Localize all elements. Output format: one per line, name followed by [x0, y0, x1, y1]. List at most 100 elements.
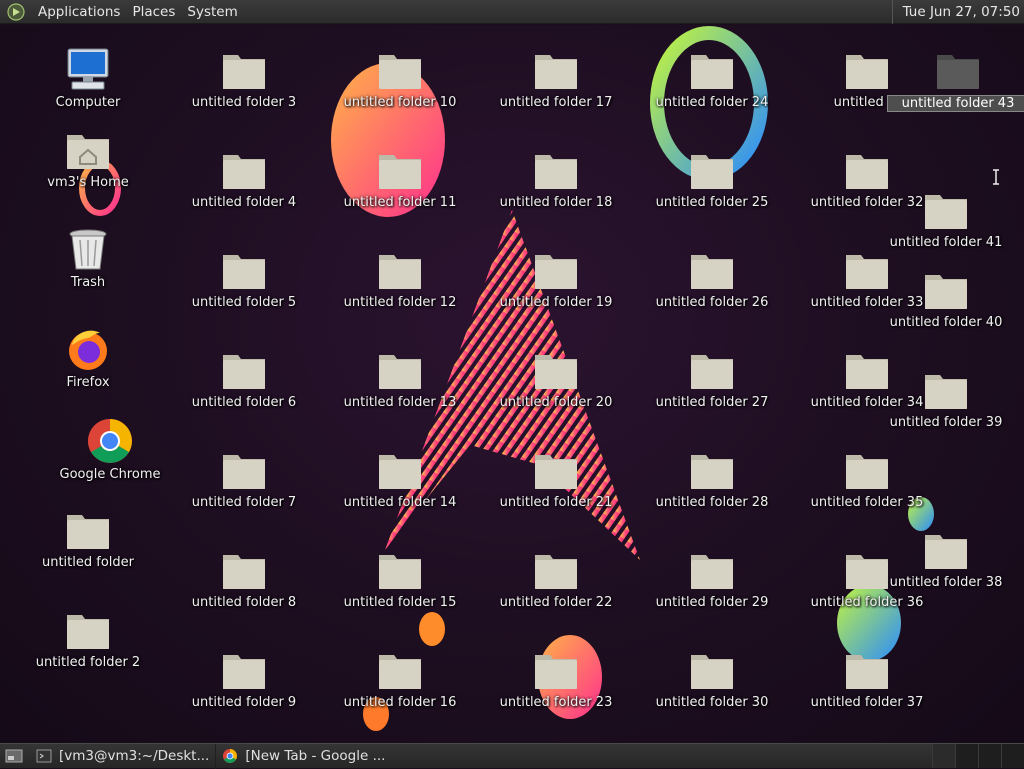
folder-icon: [220, 545, 268, 593]
folder-desktop-icon[interactable]: untitled folder 8: [189, 545, 299, 610]
folder-icon: [376, 445, 424, 493]
folder-desktop-icon[interactable]: untitled folder: [33, 505, 143, 570]
icon-label: Google Chrome: [59, 467, 161, 482]
icon-label: untitled folder 8: [191, 595, 297, 610]
folder-desktop-icon[interactable]: untitled folder 14: [343, 445, 457, 510]
folder-desktop-icon[interactable]: untitled folder 7: [189, 445, 299, 510]
folder-icon: [922, 265, 970, 313]
icon-label: untitled folder 3: [191, 95, 297, 110]
home-desktop-icon[interactable]: vm3's Home: [33, 125, 143, 190]
folder-desktop-icon[interactable]: untitled folder 4: [189, 145, 299, 210]
workspace-2[interactable]: [955, 744, 978, 768]
folder-icon: [843, 345, 891, 393]
folder-icon: [532, 145, 580, 193]
folder-icon: [688, 145, 736, 193]
icon-label: untitled folder 36: [810, 595, 924, 610]
taskbar-chrome[interactable]: [New Tab - Google ...: [216, 744, 391, 769]
icon-label: untitled folder 21: [499, 495, 613, 510]
folder-desktop-icon[interactable]: untitled folder 23: [500, 645, 612, 710]
folder-desktop-icon[interactable]: untitled folder 39: [890, 365, 1002, 430]
icon-label: untitled folder 19: [499, 295, 613, 310]
places-menu[interactable]: Places: [126, 0, 181, 24]
folder-desktop-icon[interactable]: untitled folder 13: [343, 345, 457, 410]
folder-desktop-icon[interactable]: untitled folder 17: [500, 45, 612, 110]
folder-desktop-icon[interactable]: untitled folder 26: [656, 245, 768, 310]
folder-icon: [376, 145, 424, 193]
folder-icon: [843, 545, 891, 593]
computer-desktop-icon[interactable]: Computer: [33, 45, 143, 110]
applications-menu[interactable]: Applications: [32, 0, 126, 24]
distro-logo-icon[interactable]: [6, 2, 26, 22]
folder-icon: [220, 445, 268, 493]
bottom-panel: [vm3@vm3:~/Deskt... [New Tab - Google ..…: [0, 743, 1024, 769]
folder-icon: [688, 45, 736, 93]
icon-label: untitled folder 9: [191, 695, 297, 710]
icon-label: Firefox: [66, 375, 110, 390]
folder-desktop-icon[interactable]: untitled folder 20: [500, 345, 612, 410]
folder-icon: [843, 445, 891, 493]
folder-desktop-icon[interactable]: untitled folder 15: [344, 545, 456, 610]
folder-icon: [934, 45, 982, 93]
folder-icon: [532, 645, 580, 693]
workspace-4[interactable]: [1001, 744, 1024, 768]
icon-label: untitled folder 25: [655, 195, 769, 210]
icon-label: untitled folder 28: [655, 495, 769, 510]
folder-desktop-icon[interactable]: untitled folder 11: [343, 145, 457, 210]
folder-desktop-icon[interactable]: untitled folder 16: [344, 645, 456, 710]
folder-desktop-icon[interactable]: untitled folder 10: [344, 45, 456, 110]
terminal-icon: [36, 749, 52, 763]
icon-label: untitled folder 4: [191, 195, 297, 210]
folder-icon: [843, 245, 891, 293]
icon-label: untitled folder 11: [343, 195, 457, 210]
folder-desktop-icon[interactable]: untitled folder 3: [189, 45, 299, 110]
folder-desktop-icon[interactable]: untitled folder 2: [33, 605, 143, 670]
folder-desktop-icon[interactable]: untitled folder 6: [189, 345, 299, 410]
folder-desktop-icon[interactable]: untitled folder 18: [500, 145, 612, 210]
folder-desktop-icon[interactable]: untitled folder 22: [500, 545, 612, 610]
task-label: [New Tab - Google ...: [245, 748, 386, 764]
computer-icon: [64, 45, 112, 93]
folder-desktop-icon[interactable]: untitled folder 19: [499, 245, 613, 310]
icon-label: untitled folder 37: [810, 695, 924, 710]
folder-desktop-icon[interactable]: untitled folder 41: [890, 185, 1002, 250]
home-folder-icon: [64, 125, 112, 173]
folder-desktop-icon[interactable]: untitled folder 30: [656, 645, 768, 710]
folder-desktop-icon[interactable]: untitled folder 40: [890, 265, 1002, 330]
workspace-1[interactable]: [932, 744, 955, 768]
folder-desktop-icon[interactable]: untitled folder 43: [886, 45, 1024, 112]
icon-label: untitled folder 14: [343, 495, 457, 510]
folder-desktop-icon[interactable]: untitled folder 21: [499, 445, 613, 510]
folder-icon: [376, 345, 424, 393]
folder-desktop-icon[interactable]: untitled folder 28: [655, 445, 769, 510]
folder-desktop-icon[interactable]: untitled folder 24: [656, 45, 768, 110]
folder-icon: [688, 545, 736, 593]
chrome-desktop-icon[interactable]: Google Chrome: [55, 417, 165, 482]
folder-desktop-icon[interactable]: untitled folder 37: [810, 645, 924, 710]
show-desktop-icon[interactable]: [4, 748, 24, 764]
firefox-desktop-icon[interactable]: Firefox: [33, 325, 143, 390]
desktop[interactable]: Computer vm3's Home Trash Firefox Google…: [0, 25, 1024, 743]
icon-label: untitled folder 13: [343, 395, 457, 410]
workspace-switcher[interactable]: [932, 744, 1024, 768]
folder-icon: [376, 45, 424, 93]
clock[interactable]: Tue Jun 27, 07:50: [891, 0, 1020, 24]
folder-desktop-icon[interactable]: untitled folder 25: [655, 145, 769, 210]
task-label: [vm3@vm3:~/Deskt...: [59, 748, 210, 764]
folder-icon: [688, 645, 736, 693]
icon-label: untitled folder 7: [191, 495, 297, 510]
folder-desktop-icon[interactable]: untitled folder 12: [344, 245, 456, 310]
folder-desktop-icon[interactable]: untitled folder 5: [189, 245, 299, 310]
firefox-icon: [64, 325, 112, 373]
folder-icon: [220, 645, 268, 693]
taskbar-terminal[interactable]: [vm3@vm3:~/Deskt...: [30, 743, 217, 769]
system-menu[interactable]: System: [181, 0, 243, 24]
folder-desktop-icon[interactable]: untitled folder 38: [890, 525, 1002, 590]
folder-desktop-icon[interactable]: untitled folder 29: [656, 545, 768, 610]
trash-desktop-icon[interactable]: Trash: [33, 225, 143, 290]
folder-icon: [843, 145, 891, 193]
folder-desktop-icon[interactable]: untitled folder 35: [811, 445, 923, 510]
folder-icon: [532, 345, 580, 393]
workspace-3[interactable]: [978, 744, 1001, 768]
folder-desktop-icon[interactable]: untitled folder 9: [189, 645, 299, 710]
folder-desktop-icon[interactable]: untitled folder 27: [656, 345, 768, 410]
